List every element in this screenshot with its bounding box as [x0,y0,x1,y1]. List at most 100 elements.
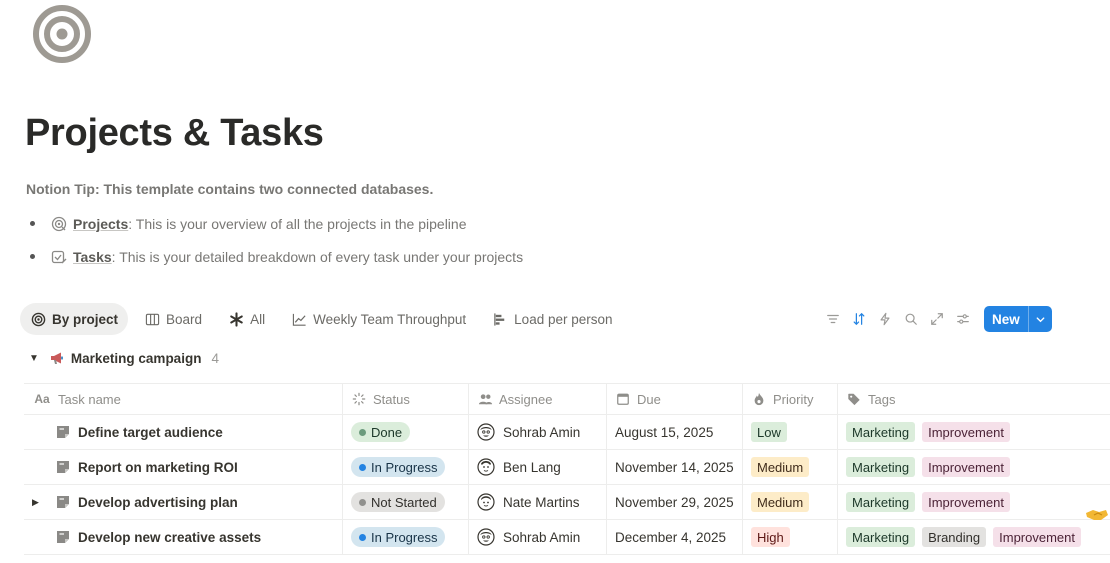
tab-label: By project [52,311,119,327]
assignee-cell[interactable]: Sohrab Amin [469,520,607,554]
status-cell[interactable]: Not Started [343,485,469,519]
new-button[interactable]: New [984,306,1052,332]
status-label: Not Started [371,494,437,510]
avatar [477,493,495,511]
line-chart-icon [291,311,307,327]
tags-cell[interactable]: Marketing Improvement [838,450,1110,484]
status-cell[interactable]: In Progress [343,450,469,484]
document-icon [57,531,69,543]
status-badge: Done [351,422,411,442]
tab-all[interactable]: All [218,303,275,335]
avatar [477,458,495,476]
tag-improvement: Improvement [922,457,1010,477]
column-header-assignee[interactable]: Assignee [469,384,607,414]
priority-cell[interactable]: Medium [743,450,838,484]
column-header-priority[interactable]: Priority [743,384,838,414]
bullet-projects: Projects : This is your overview of all … [30,207,523,240]
search-icon[interactable] [898,306,924,332]
tab-board[interactable]: Board [134,303,212,335]
priority-cell[interactable]: Low [743,415,838,449]
collapse-caret-icon[interactable]: ▼ [29,353,39,364]
due-cell[interactable]: November 29, 2025 [607,485,743,519]
calendar-icon [615,391,631,407]
task-name-cell[interactable]: Report on marketing ROI [24,450,343,484]
status-badge: Not Started [351,492,445,512]
group-count: 4 [211,350,219,366]
database-toolbar: New [820,306,1052,332]
bullet-text: : This is your detailed breakdown of eve… [111,248,524,265]
table-row[interactable]: Report on marketing ROI In Progress Ben … [24,450,1110,485]
table-row[interactable]: ▶ Develop advertising plan Not Started N… [24,485,1110,520]
assignee-name: Sohrab Amin [503,424,581,440]
due-cell[interactable]: December 4, 2025 [607,520,743,554]
tag-improvement: Improvement [922,492,1010,512]
column-label: Task name [58,391,121,407]
due-cell[interactable]: August 15, 2025 [607,415,743,449]
tab-load-per-person[interactable]: Load per person [482,303,622,335]
column-header-due[interactable]: Due [607,384,743,414]
column-label: Tags [868,391,896,407]
fire-icon [751,391,767,407]
tab-by-project[interactable]: By project [20,303,129,335]
handshake-emoji-icon [1086,510,1108,520]
people-icon [477,391,493,407]
bullet-tasks: Tasks : This is your detailed breakdown … [30,240,523,273]
task-name: Develop advertising plan [78,494,238,510]
task-name-cell[interactable]: Define target audience [24,415,343,449]
assignee-cell[interactable]: Sohrab Amin [469,415,607,449]
table-row[interactable]: Develop new creative assets In Progress … [24,520,1110,555]
settings-icon[interactable] [950,306,976,332]
tags-cell[interactable]: Marketing Improvement [838,415,1110,449]
projects-link[interactable]: Projects [73,216,128,232]
group-name: Marketing campaign [70,350,202,366]
assignee-cell[interactable]: Nate Martins [469,485,607,519]
assignee-name: Ben Lang [503,459,561,475]
priority-cell[interactable]: Medium [743,485,838,519]
status-label: Done [371,424,403,440]
priority-cell[interactable]: High [743,520,838,554]
priority-badge: Low [751,422,787,442]
page-title: Projects & Tasks [25,112,324,154]
filter-icon[interactable] [820,306,846,332]
task-name-cell[interactable]: Develop advertising plan [24,485,343,519]
tag-marketing: Marketing [846,527,916,547]
expand-row-icon[interactable]: ▶ [32,497,39,508]
chevron-down-icon[interactable] [1027,306,1052,332]
tags-cell[interactable]: Marketing Improvement [838,485,1110,519]
new-button-label: New [992,311,1020,327]
avatar [477,528,495,546]
tab-label: Board [166,311,203,327]
group-header[interactable]: ▼ Marketing campaign 4 [29,350,219,366]
tasks-link[interactable]: Tasks [73,249,112,265]
megaphone-icon [50,352,63,364]
tab-label: Weekly Team Throughput [313,311,467,327]
tag-marketing: Marketing [846,422,916,442]
sort-icon[interactable] [846,306,872,332]
status-cell[interactable]: Done [343,415,469,449]
status-cell[interactable]: In Progress [343,520,469,554]
tags-cell[interactable]: Marketing Branding Improvement [838,520,1110,554]
text-property-icon: Aa [34,392,50,406]
column-header-status[interactable]: Status [343,384,469,414]
avatar [477,423,495,441]
task-name: Report on marketing ROI [78,459,238,475]
bullet-dot [30,254,35,259]
task-name-cell[interactable]: Develop new creative assets [24,520,343,554]
assignee-cell[interactable]: Ben Lang [469,450,607,484]
tag-marketing: Marketing [846,457,916,477]
tasks-table: Aa Task name Status Assignee Due Priorit… [24,383,1110,555]
tab-weekly-team-throughput[interactable]: Weekly Team Throughput [281,303,476,335]
table-row[interactable]: Define target audience Done Sohrab Amin … [24,415,1110,450]
board-icon [144,311,160,327]
priority-badge: Medium [751,457,810,477]
document-icon [57,496,69,508]
tag-improvement: Improvement [922,422,1010,442]
bullet-dot [30,221,35,226]
column-header-task-name[interactable]: Aa Task name [24,384,343,414]
column-label: Priority [773,391,814,407]
automation-icon[interactable] [872,306,898,332]
status-badge: In Progress [351,457,446,477]
column-header-tags[interactable]: Tags [838,384,1110,414]
due-cell[interactable]: November 14, 2025 [607,450,743,484]
expand-icon[interactable] [924,306,950,332]
